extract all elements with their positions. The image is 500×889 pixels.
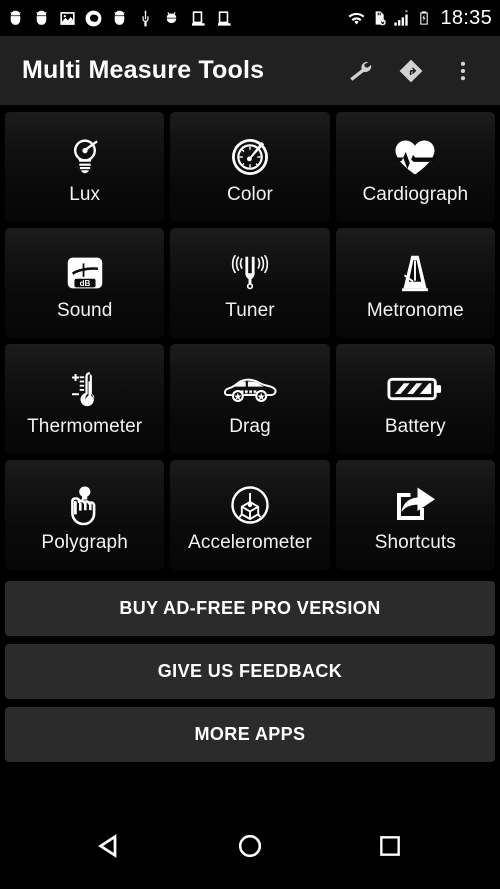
heart-pulse-icon bbox=[390, 131, 440, 183]
record-dot-icon bbox=[85, 10, 102, 26]
sd-card-off-icon bbox=[376, 11, 387, 26]
overflow-menu-icon bbox=[460, 61, 466, 80]
tool-label: Accelerometer bbox=[188, 531, 312, 553]
battery-icon bbox=[387, 363, 443, 415]
car-icon bbox=[222, 363, 278, 415]
tool-label: Tuner bbox=[225, 299, 275, 321]
tool-label: Thermometer bbox=[27, 415, 143, 437]
app-root: 18:35 Multi Measure Tools Lux Color Card… bbox=[0, 0, 500, 889]
more-apps-button[interactable]: MORE APPS bbox=[5, 707, 495, 762]
tools-grid: Lux Color Cardiograph dB Sound Tuner Met… bbox=[5, 112, 495, 570]
metronome-icon bbox=[392, 247, 438, 299]
status-bar: 18:35 bbox=[0, 0, 500, 36]
tool-label: Drag bbox=[229, 415, 271, 437]
status-clock: 18:35 bbox=[440, 6, 492, 29]
status-system-icons: 18:35 bbox=[347, 7, 492, 30]
app-bar: Multi Measure Tools bbox=[0, 36, 500, 106]
feedback-button[interactable]: GIVE US FEEDBACK bbox=[5, 644, 495, 699]
page-title: Multi Measure Tools bbox=[22, 56, 265, 84]
back-button[interactable] bbox=[80, 816, 140, 876]
tool-label: Metronome bbox=[366, 299, 464, 321]
tool-tile-polygraph[interactable]: Polygraph bbox=[5, 460, 165, 570]
overflow-menu-button[interactable] bbox=[446, 54, 480, 88]
tool-tile-tuner[interactable]: Tuner bbox=[170, 228, 330, 338]
play-store-icon bbox=[217, 10, 231, 26]
signal-bars-icon bbox=[394, 9, 409, 26]
home-button[interactable] bbox=[220, 816, 280, 876]
tool-tile-thermometer[interactable]: Thermometer bbox=[5, 344, 165, 454]
tool-tile-metronome[interactable]: Metronome bbox=[335, 228, 495, 338]
tools-row: Polygraph Accelerometer Shortcuts bbox=[5, 460, 495, 570]
tuning-fork-icon bbox=[227, 247, 273, 299]
tool-tile-cardiograph[interactable]: Cardiograph bbox=[335, 112, 495, 222]
color-wheel-icon bbox=[226, 131, 274, 183]
wifi-icon bbox=[349, 12, 365, 24]
tool-label: Battery bbox=[384, 415, 446, 437]
directions-sign-button[interactable] bbox=[394, 54, 428, 88]
usb-icon bbox=[142, 10, 149, 26]
tools-row: Thermometer Drag Battery bbox=[5, 344, 495, 454]
main-content: Lux Color Cardiograph dB Sound Tuner Met… bbox=[0, 106, 500, 803]
tool-label: Color bbox=[227, 183, 273, 205]
battery-charging-icon bbox=[420, 11, 429, 25]
recents-button[interactable] bbox=[360, 816, 420, 876]
tool-tile-battery[interactable]: Battery bbox=[335, 344, 495, 454]
tool-label: Polygraph bbox=[41, 531, 128, 553]
road-sign-icon bbox=[399, 59, 423, 82]
tool-label: Cardiograph bbox=[362, 183, 469, 205]
wrench-icon bbox=[350, 61, 372, 81]
thermometer-icon bbox=[62, 363, 108, 415]
tools-row: Lux Color Cardiograph bbox=[5, 112, 495, 222]
home-circle-icon bbox=[238, 834, 262, 858]
app-install-check-icon bbox=[191, 10, 205, 26]
debug-bug-icon bbox=[166, 11, 177, 23]
decibel-meter-icon: dB bbox=[62, 247, 108, 299]
buy-pro-button[interactable]: BUY AD-FREE PRO VERSION bbox=[5, 581, 495, 636]
action-buttons: BUY AD-FREE PRO VERSION GIVE US FEEDBACK… bbox=[5, 581, 495, 762]
back-triangle-icon bbox=[98, 834, 117, 858]
tool-tile-accelerometer[interactable]: Accelerometer bbox=[170, 460, 330, 570]
tool-tile-lux[interactable]: Lux bbox=[5, 112, 165, 222]
tool-label: Shortcuts bbox=[374, 531, 456, 553]
status-notification-icons bbox=[6, 9, 347, 28]
recents-square-icon bbox=[380, 836, 400, 856]
tool-label: Lux bbox=[69, 183, 101, 205]
tool-tile-color[interactable]: Color bbox=[170, 112, 330, 222]
axis-cube-icon bbox=[226, 479, 274, 531]
android-nav-bar bbox=[0, 803, 500, 889]
android-sync-icon bbox=[114, 10, 125, 25]
tool-label: Sound bbox=[56, 299, 113, 321]
android-sync-icon bbox=[10, 10, 21, 25]
android-sync-icon bbox=[36, 10, 47, 25]
hand-touch-icon bbox=[63, 479, 107, 531]
lightbulb-gauge-icon bbox=[61, 131, 109, 183]
tool-tile-drag[interactable]: Drag bbox=[170, 344, 330, 454]
tools-row: dB Sound Tuner Metronome bbox=[5, 228, 495, 338]
app-bar-actions bbox=[342, 54, 486, 88]
settings-wrench-button[interactable] bbox=[342, 54, 376, 88]
svg-text:dB: dB bbox=[79, 279, 90, 288]
image-icon bbox=[60, 11, 75, 25]
share-export-icon bbox=[391, 479, 439, 531]
tool-tile-shortcuts[interactable]: Shortcuts bbox=[335, 460, 495, 570]
tool-tile-sound[interactable]: dB Sound bbox=[5, 228, 165, 338]
